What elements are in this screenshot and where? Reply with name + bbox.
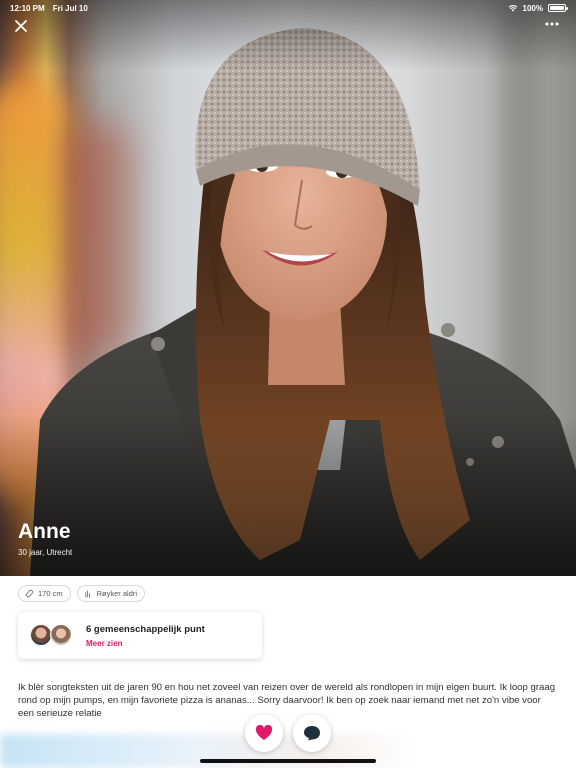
smoking-tag: Røyker aldri	[76, 585, 146, 602]
avatar	[30, 623, 52, 646]
status-date: Fri Jul 10	[52, 3, 88, 13]
profile-bio: Ik blèr songteksten uit de jaren 90 en h…	[18, 682, 556, 719]
close-icon	[15, 20, 27, 32]
wifi-icon	[508, 5, 517, 12]
heart-icon	[255, 725, 273, 740]
profile-subtitle: 30 jaar, Utrecht	[18, 548, 73, 557]
more-options-button[interactable]	[542, 16, 562, 34]
avatar-group	[30, 623, 74, 648]
like-button[interactable]	[245, 714, 283, 752]
battery-icon	[548, 4, 568, 12]
more-icon	[545, 22, 559, 26]
profile-name: Anne	[18, 520, 71, 543]
profile-tags: 170 cm Røyker aldri	[18, 585, 146, 602]
chat-bubble-icon	[304, 726, 320, 741]
status-bar: 12:10 PM Fri Jul 10 100%	[0, 0, 576, 16]
profile-photo: 12:10 PM Fri Jul 10 100% Anne 30 jaar, U…	[0, 0, 576, 576]
status-time: 12:10 PM	[10, 3, 45, 13]
smoking-tag-label: Røyker aldri	[96, 589, 138, 598]
height-tag: 170 cm	[18, 585, 71, 602]
smoking-icon	[85, 590, 90, 598]
close-button[interactable]	[12, 17, 30, 35]
height-tag-label: 170 cm	[38, 589, 63, 598]
common-points-title: 6 gemeenschappelijk punt	[86, 623, 205, 635]
see-more-link[interactable]: Meer zien	[86, 639, 205, 648]
home-indicator	[200, 759, 376, 763]
common-points-card[interactable]: 6 gemeenschappelijk punt Meer zien	[18, 612, 262, 659]
message-button[interactable]	[293, 714, 331, 752]
ruler-icon	[25, 589, 34, 598]
avatar	[50, 623, 72, 646]
battery-percent: 100%	[522, 3, 543, 13]
